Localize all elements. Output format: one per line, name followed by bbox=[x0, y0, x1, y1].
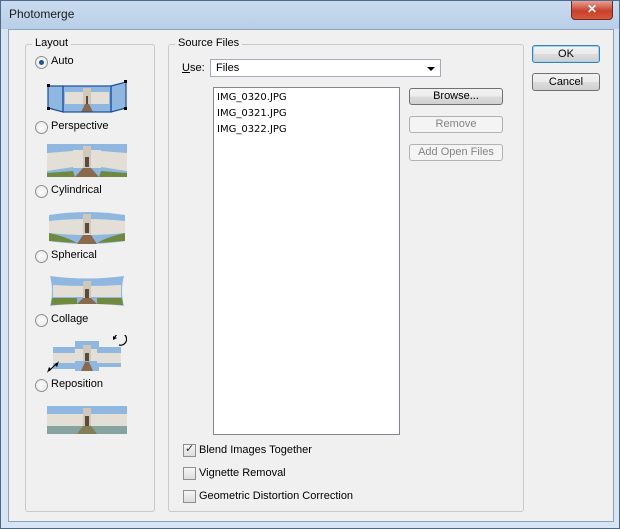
list-item[interactable]: IMG_0322.JPG bbox=[217, 124, 287, 139]
radio-cylindrical-label: Cylindrical bbox=[51, 184, 102, 196]
auto-thumbnail bbox=[47, 80, 127, 113]
radio-perspective[interactable]: Perspective bbox=[35, 120, 145, 136]
collage-thumbnail bbox=[47, 335, 127, 373]
ok-button[interactable]: OK bbox=[532, 45, 600, 63]
blend-images-checkbox[interactable]: ✓ bbox=[183, 443, 196, 457]
radio-auto-label: Auto bbox=[51, 55, 74, 67]
use-label: Use: bbox=[182, 62, 205, 74]
checkmark-icon: ✓ bbox=[185, 443, 195, 455]
radio-reposition-label: Reposition bbox=[51, 378, 103, 390]
close-button[interactable]: ✕ bbox=[571, 1, 613, 20]
radio-reposition-button[interactable] bbox=[35, 379, 48, 392]
perspective-thumbnail bbox=[47, 144, 127, 177]
vignette-removal-checkbox[interactable] bbox=[183, 467, 196, 480]
cancel-button[interactable]: Cancel bbox=[532, 73, 600, 91]
list-item[interactable]: IMG_0320.JPG bbox=[217, 92, 287, 107]
source-file-list[interactable]: IMG_0320.JPG IMG_0321.JPG IMG_0322.JPG bbox=[213, 87, 400, 435]
chevron-down-icon[interactable] bbox=[427, 67, 435, 71]
reposition-thumbnail bbox=[47, 406, 127, 434]
radio-collage[interactable]: Collage bbox=[35, 313, 145, 329]
source-files-group-label: Source Files bbox=[175, 37, 243, 49]
radio-cylindrical-button[interactable] bbox=[35, 185, 48, 198]
dialog-client-area: Layout Auto Perspective Cylindrical Sphe… bbox=[8, 29, 614, 522]
title-bar[interactable]: Photomerge ✕ bbox=[1, 1, 619, 29]
layout-group: Layout Auto Perspective Cylindrical Sphe… bbox=[25, 37, 155, 512]
vignette-removal-checkbox-row[interactable]: Vignette Removal bbox=[183, 467, 383, 483]
radio-cylindrical[interactable]: Cylindrical bbox=[35, 184, 145, 200]
radio-perspective-label: Perspective bbox=[51, 120, 109, 132]
radio-collage-label: Collage bbox=[51, 313, 89, 325]
radio-spherical-button[interactable] bbox=[35, 250, 48, 263]
geometric-distortion-checkbox-row[interactable]: Geometric Distortion Correction bbox=[183, 490, 433, 506]
radio-auto-button[interactable] bbox=[35, 56, 48, 69]
layout-group-label: Layout bbox=[32, 37, 72, 49]
cylindrical-thumbnail bbox=[49, 212, 125, 244]
geometric-distortion-checkbox[interactable] bbox=[183, 490, 196, 503]
source-files-group: Source Files Use: Files IMG_0320.JPG IMG… bbox=[168, 37, 524, 512]
radio-perspective-button[interactable] bbox=[35, 121, 48, 134]
radio-spherical[interactable]: Spherical bbox=[35, 249, 145, 265]
browse-button[interactable]: Browse... bbox=[409, 88, 503, 105]
blend-images-checkbox-row[interactable]: ✓ Blend Images Together bbox=[183, 443, 383, 460]
radio-spherical-label: Spherical bbox=[51, 249, 97, 261]
vignette-removal-label: Vignette Removal bbox=[199, 467, 286, 479]
window-title: Photomerge bbox=[9, 7, 75, 21]
use-dropdown[interactable]: Files bbox=[210, 59, 441, 77]
list-item[interactable]: IMG_0321.JPG bbox=[217, 108, 287, 123]
photomerge-dialog: Photomerge ✕ Layout Auto Perspective Cyl… bbox=[0, 0, 620, 529]
remove-button[interactable]: Remove bbox=[409, 116, 503, 133]
spherical-thumbnail bbox=[50, 276, 124, 306]
radio-reposition[interactable]: Reposition bbox=[35, 378, 145, 394]
geometric-distortion-label: Geometric Distortion Correction bbox=[199, 490, 354, 502]
add-open-files-button[interactable]: Add Open Files bbox=[409, 144, 503, 161]
blend-images-label: Blend Images Together bbox=[199, 444, 312, 456]
radio-auto[interactable]: Auto bbox=[35, 55, 145, 71]
close-icon: ✕ bbox=[586, 2, 598, 16]
radio-collage-button[interactable] bbox=[35, 314, 48, 327]
use-dropdown-value: Files bbox=[216, 62, 240, 74]
